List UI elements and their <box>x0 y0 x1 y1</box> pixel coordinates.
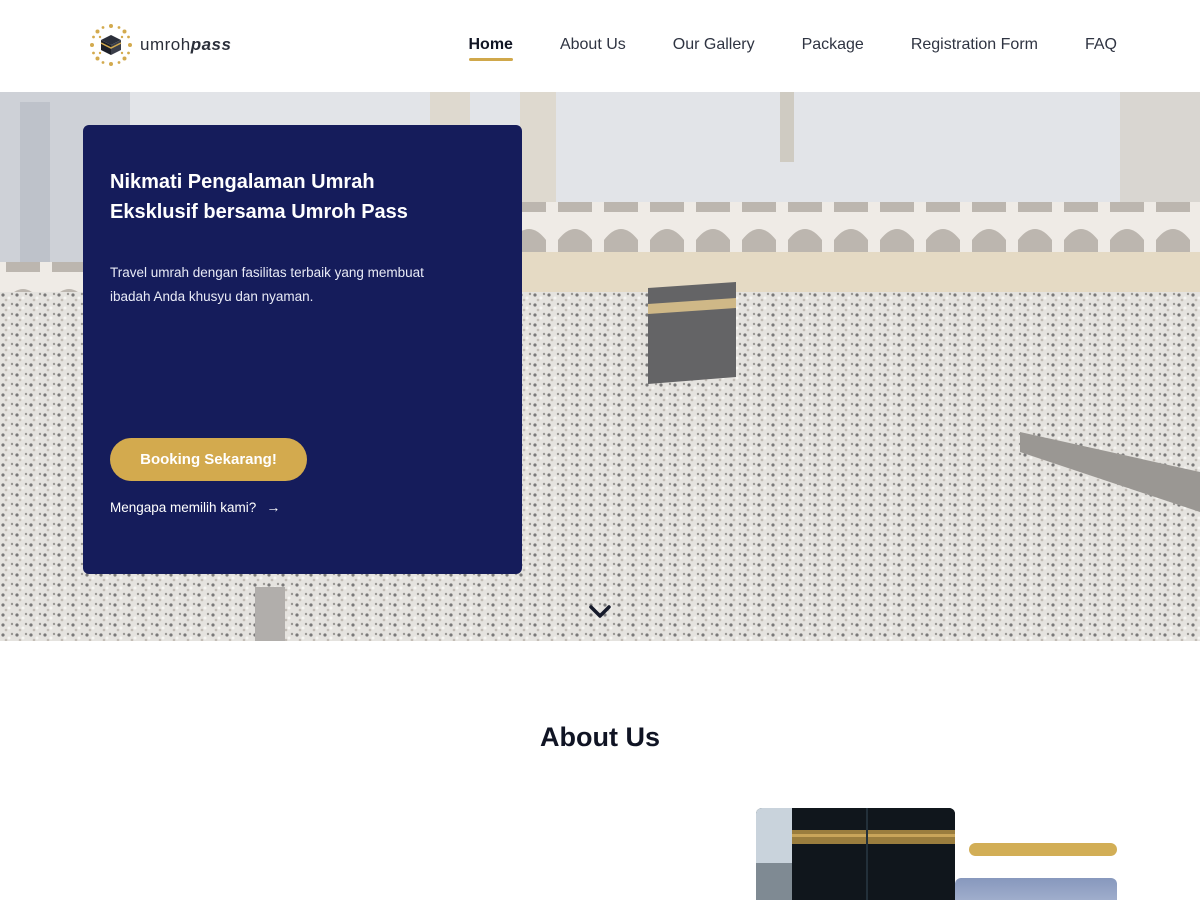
brand-name-suffix: pass <box>190 35 232 54</box>
hero-description: Travel umrah dengan fasilitas terbaik ya… <box>110 265 424 304</box>
nav-item-our-gallery[interactable]: Our Gallery <box>673 36 755 58</box>
about-section-title: About Us <box>540 722 660 752</box>
kaaba-closeup-photo <box>756 808 955 900</box>
hero-title: Nikmati Pengalaman Umrah Eksklusif bersa… <box>110 171 408 223</box>
kaaba-sun-logo-icon <box>90 24 132 66</box>
nav-item-faq[interactable]: FAQ <box>1085 36 1117 58</box>
nav-item-registration-form[interactable]: Registration Form <box>911 36 1038 58</box>
hero-section: Nikmati Pengalaman Umrah Eksklusif bersa… <box>0 92 1200 641</box>
nav-item-home[interactable]: Home <box>468 36 514 61</box>
why-choose-us-label: Mengapa memilih kami? <box>110 499 257 515</box>
about-accent-bar <box>969 843 1117 856</box>
about-secondary-photo <box>955 878 1117 900</box>
booking-button[interactable]: Booking Sekarang! <box>110 438 307 481</box>
brand-logo[interactable]: umrohpass <box>88 22 231 68</box>
brand-name: umrohpass <box>140 35 231 55</box>
nav-item-package[interactable]: Package <box>802 36 864 58</box>
kaaba-closeup-image <box>756 808 955 900</box>
hero-card: Nikmati Pengalaman Umrah Eksklusif bersa… <box>83 125 522 574</box>
chevron-down-icon[interactable] <box>588 603 612 621</box>
arrow-right-icon: → <box>266 499 281 515</box>
brand-name-prefix: umroh <box>140 35 191 54</box>
nav-item-about-us[interactable]: About Us <box>560 36 626 58</box>
navbar: umrohpass Home About Us Our Gallery Pack… <box>0 0 1200 92</box>
why-choose-us-link[interactable]: Mengapa memilih kami? → <box>110 499 280 515</box>
nav-menu: Home About Us Our Gallery Package Regist… <box>468 36 1117 61</box>
